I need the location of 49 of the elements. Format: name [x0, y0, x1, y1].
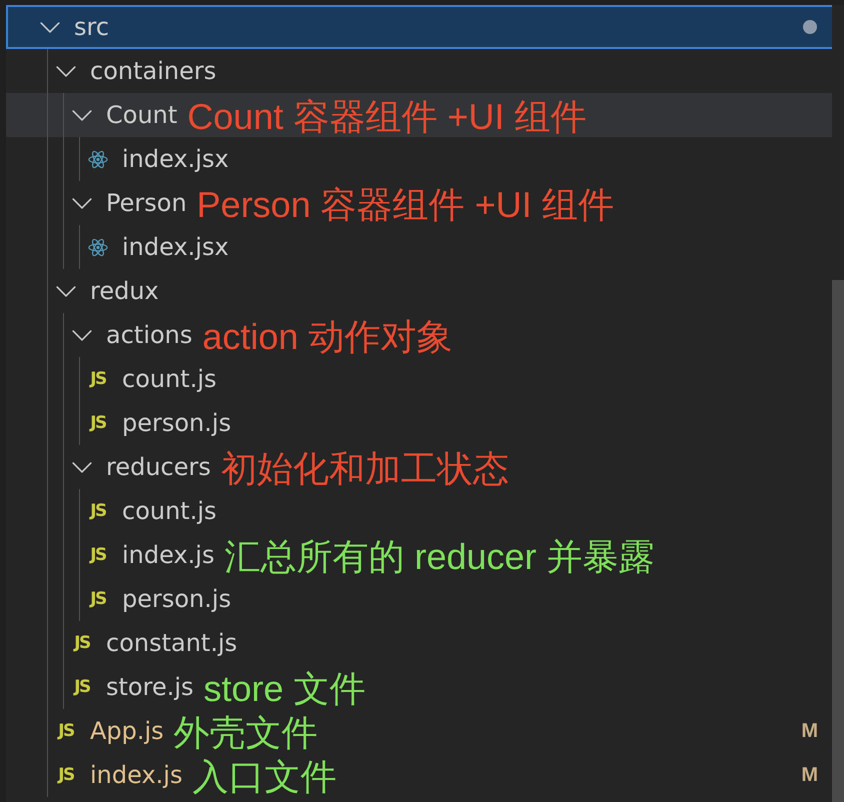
chevron-down-icon[interactable]	[72, 198, 92, 208]
file-name: redux	[90, 279, 159, 303]
file-name: index.js	[122, 543, 214, 567]
js-file-icon: JS	[90, 502, 106, 520]
annotation-text: Count 容器组件 +UI 组件	[187, 99, 586, 135]
file-name: Count	[106, 103, 178, 127]
chevron-down-icon[interactable]	[56, 286, 76, 296]
js-file-icon: JS	[58, 722, 74, 740]
modified-status: M	[801, 721, 818, 741]
annotation-text: Person 容器组件 +UI 组件	[196, 187, 614, 223]
file-name: store.js	[106, 675, 194, 699]
js-file-icon: JS	[90, 590, 106, 608]
tree-item[interactable]: src	[6, 5, 832, 49]
scrollbar-thumb[interactable]	[832, 280, 844, 802]
js-file-icon: JS	[74, 678, 90, 696]
annotation-text: 入口文件	[192, 759, 336, 795]
annotation-text: store 文件	[204, 671, 366, 707]
file-name: actions	[106, 323, 192, 347]
tree-item[interactable]: Count Count 容器组件 +UI 组件	[6, 93, 832, 137]
file-name: constant.js	[106, 631, 238, 655]
js-file-icon: JS	[74, 634, 90, 652]
annotation-text: 初始化和加工状态	[220, 451, 509, 487]
chevron-down-icon[interactable]	[56, 66, 76, 76]
file-name: App.js	[90, 719, 164, 743]
annotation-text: action 动作对象	[202, 319, 452, 355]
js-file-icon: JS	[90, 546, 106, 564]
file-name: count.js	[122, 367, 217, 391]
file-name: src	[74, 15, 110, 39]
file-name: Person	[106, 191, 187, 215]
file-name: index.jsx	[122, 235, 229, 259]
file-name: reducers	[106, 455, 211, 479]
file-name: index.js	[90, 763, 182, 787]
js-file-icon: JS	[90, 414, 106, 432]
modified-status: M	[801, 765, 818, 785]
annotation-text: 汇总所有的 reducer 并暴露	[224, 539, 655, 575]
chevron-down-icon[interactable]	[72, 330, 92, 340]
file-name: person.js	[122, 411, 232, 435]
atom-icon	[88, 150, 108, 168]
chevron-down-icon[interactable]	[40, 22, 60, 32]
file-name: index.jsx	[122, 147, 229, 171]
chevron-down-icon[interactable]	[72, 110, 92, 120]
file-name: containers	[90, 59, 216, 83]
file-name: count.js	[122, 499, 217, 523]
file-name: person.js	[122, 587, 232, 611]
annotation-text: 外壳文件	[174, 715, 318, 751]
chevron-down-icon[interactable]	[72, 462, 92, 472]
js-file-icon: JS	[90, 370, 106, 388]
js-file-icon: JS	[58, 766, 74, 784]
atom-icon	[88, 238, 108, 256]
